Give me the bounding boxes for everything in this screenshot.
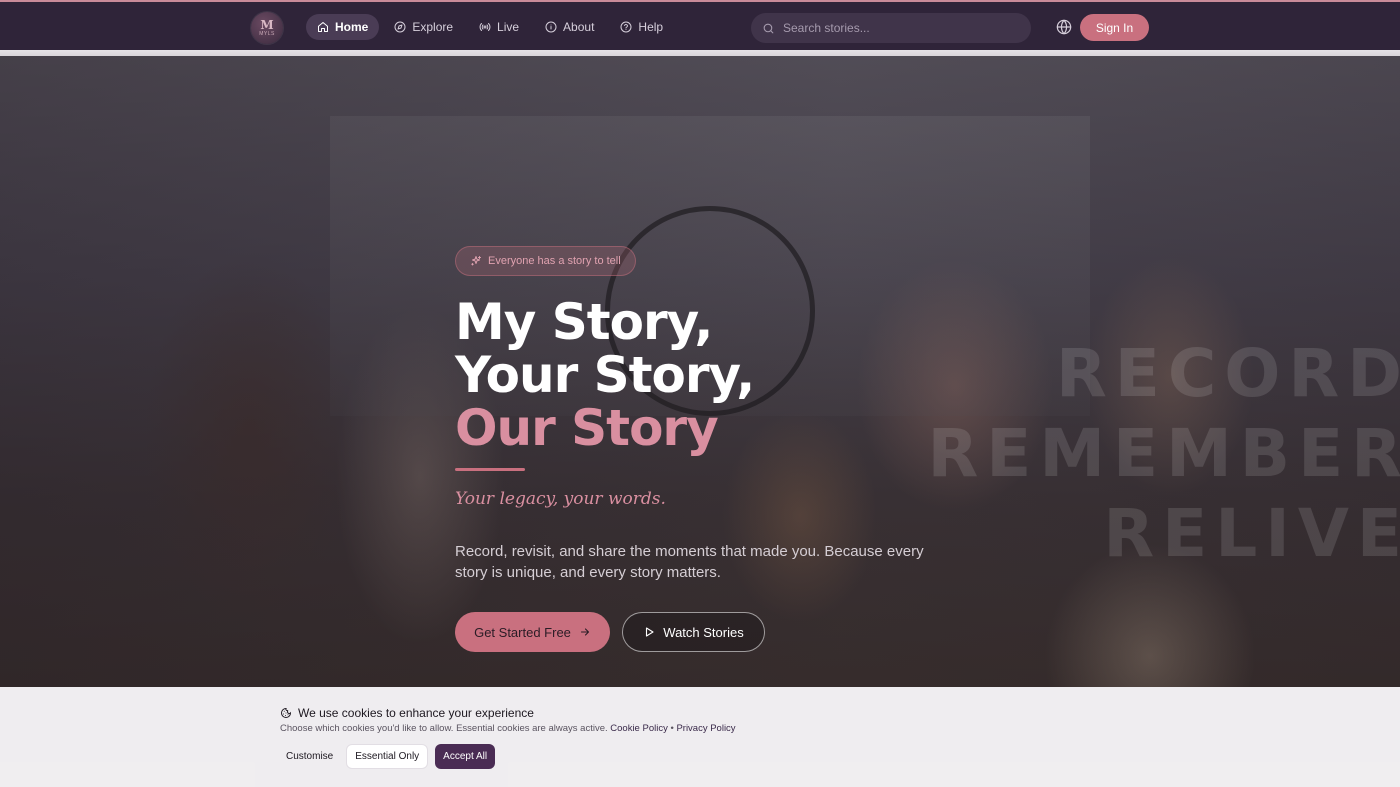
- cookie-title-text: We use cookies to enhance your experienc…: [298, 706, 534, 720]
- cookie-description: Choose which cookies you'd like to allow…: [280, 723, 736, 734]
- brand-logo[interactable]: M MYLS: [251, 12, 283, 44]
- nav-item-label: Explore: [412, 20, 454, 34]
- nav-item-label: About: [563, 20, 595, 34]
- globe-icon[interactable]: [1056, 19, 1072, 35]
- headline-line-1: My Story,: [455, 293, 713, 351]
- compass-icon: [394, 21, 406, 33]
- cookie-description-text: Choose which cookies you'd like to allow…: [280, 723, 608, 734]
- background-word: RECORD: [1055, 335, 1400, 412]
- headline-underline: [455, 468, 525, 471]
- help-icon: [620, 21, 632, 33]
- home-icon: [318, 22, 328, 32]
- nav-item-home[interactable]: Home: [306, 14, 380, 40]
- broadcast-icon: [479, 23, 491, 31]
- nav-item-label: Help: [638, 20, 664, 34]
- essential-only-button[interactable]: Essential Only: [346, 744, 429, 769]
- headline-line-2: Your Story,: [455, 346, 755, 404]
- sparkles-icon: [471, 256, 481, 266]
- sign-in-button[interactable]: Sign In: [1080, 14, 1149, 41]
- arrow-right-icon: [580, 628, 589, 636]
- cookie-banner: We use cookies to enhance your experienc…: [0, 687, 1400, 787]
- get-started-label: Get Started Free: [474, 624, 571, 640]
- nav-item-about[interactable]: About: [534, 14, 605, 40]
- hero-headline: My Story, Your Story, Our Story: [455, 293, 755, 457]
- hero-subheadline: Your legacy, your words.: [455, 489, 666, 509]
- nav-item-help[interactable]: Help: [609, 14, 674, 40]
- nav-item-label: Live: [497, 20, 520, 34]
- info-icon: [545, 21, 557, 33]
- tagline-badge: Everyone has a story to tell: [455, 246, 636, 276]
- search-icon: [763, 23, 774, 33]
- customise-button[interactable]: Customise: [280, 744, 339, 769]
- search-input[interactable]: [783, 21, 1003, 35]
- background-word: REMEMBER: [927, 415, 1400, 492]
- tagline-text: Everyone has a story to tell: [488, 255, 621, 267]
- background-words: RECORD REMEMBER RELIVE: [927, 334, 1400, 574]
- hero-description: Record, revisit, and share the moments t…: [455, 543, 924, 581]
- cookie-icon: [281, 707, 292, 718]
- cookie-title: We use cookies to enhance your experienc…: [280, 706, 534, 720]
- privacy-policy-link[interactable]: Privacy Policy: [676, 723, 735, 734]
- watch-stories-button[interactable]: Watch Stories: [622, 612, 765, 652]
- main-nav: Home Explore Live About Help: [306, 14, 674, 40]
- nav-item-explore[interactable]: Explore: [383, 14, 464, 40]
- cookie-policy-link[interactable]: Cookie Policy: [610, 723, 668, 734]
- link-separator: •: [670, 723, 674, 734]
- watch-stories-label: Watch Stories: [663, 624, 744, 640]
- accept-all-button[interactable]: Accept All: [435, 744, 496, 769]
- nav-item-label: Home: [335, 20, 369, 34]
- search-bar[interactable]: [751, 13, 1031, 43]
- top-navigation-bar: M MYLS Home Explore Live About Help Sign…: [0, 0, 1400, 50]
- background-word: RELIVE: [1103, 495, 1400, 572]
- get-started-button[interactable]: Get Started Free: [455, 612, 610, 652]
- logo-mark: M: [260, 17, 274, 32]
- logo-subtext: MYLS: [259, 30, 275, 37]
- cookie-actions: Customise Essential Only Accept All: [280, 744, 496, 769]
- nav-item-live[interactable]: Live: [468, 14, 530, 40]
- play-icon: [646, 627, 654, 637]
- hero-section: RECORD REMEMBER RELIVE Everyone has a st…: [0, 56, 1400, 687]
- headline-line-3: Our Story: [455, 399, 719, 457]
